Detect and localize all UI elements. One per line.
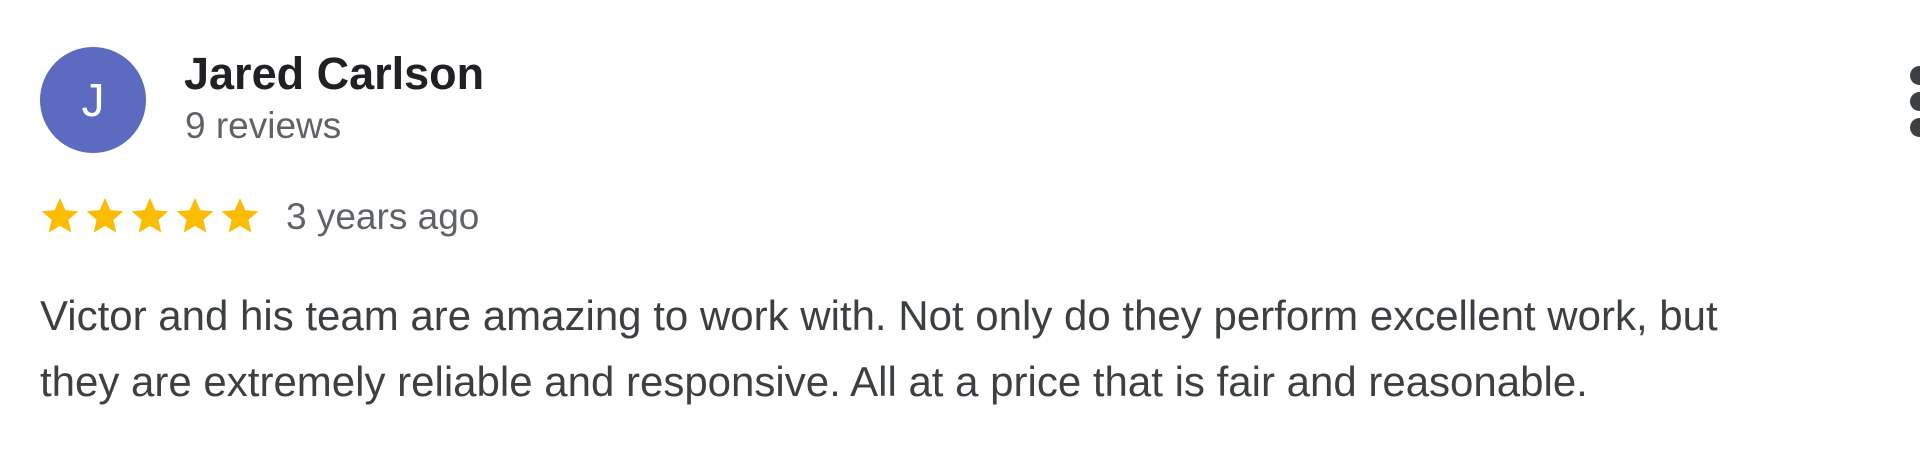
star-icon — [131, 198, 169, 233]
star-icon — [41, 198, 79, 233]
review-date: 3 years ago — [286, 195, 480, 237]
review-count: 9 reviews — [185, 105, 342, 146]
review-text-line: they are extremely reliable and responsi… — [40, 358, 1588, 405]
review-card: J Jared Carlson 9 reviews 3 years ago Vi… — [0, 0, 1920, 471]
avatar-letter: J — [81, 74, 105, 126]
review-text-line: Victor and his team are amazing to work … — [40, 292, 1718, 339]
avatar[interactable]: J — [40, 47, 146, 153]
more-options-button[interactable] — [1898, 66, 1920, 138]
rating-row: 3 years ago — [38, 191, 479, 241]
review-text: Victor and his team are amazing to work … — [40, 283, 1920, 415]
star-icon — [176, 198, 214, 233]
star-rating — [38, 194, 263, 238]
star-icon — [221, 198, 259, 233]
author-name[interactable]: Jared Carlson — [184, 49, 484, 99]
star-icon — [86, 198, 124, 233]
